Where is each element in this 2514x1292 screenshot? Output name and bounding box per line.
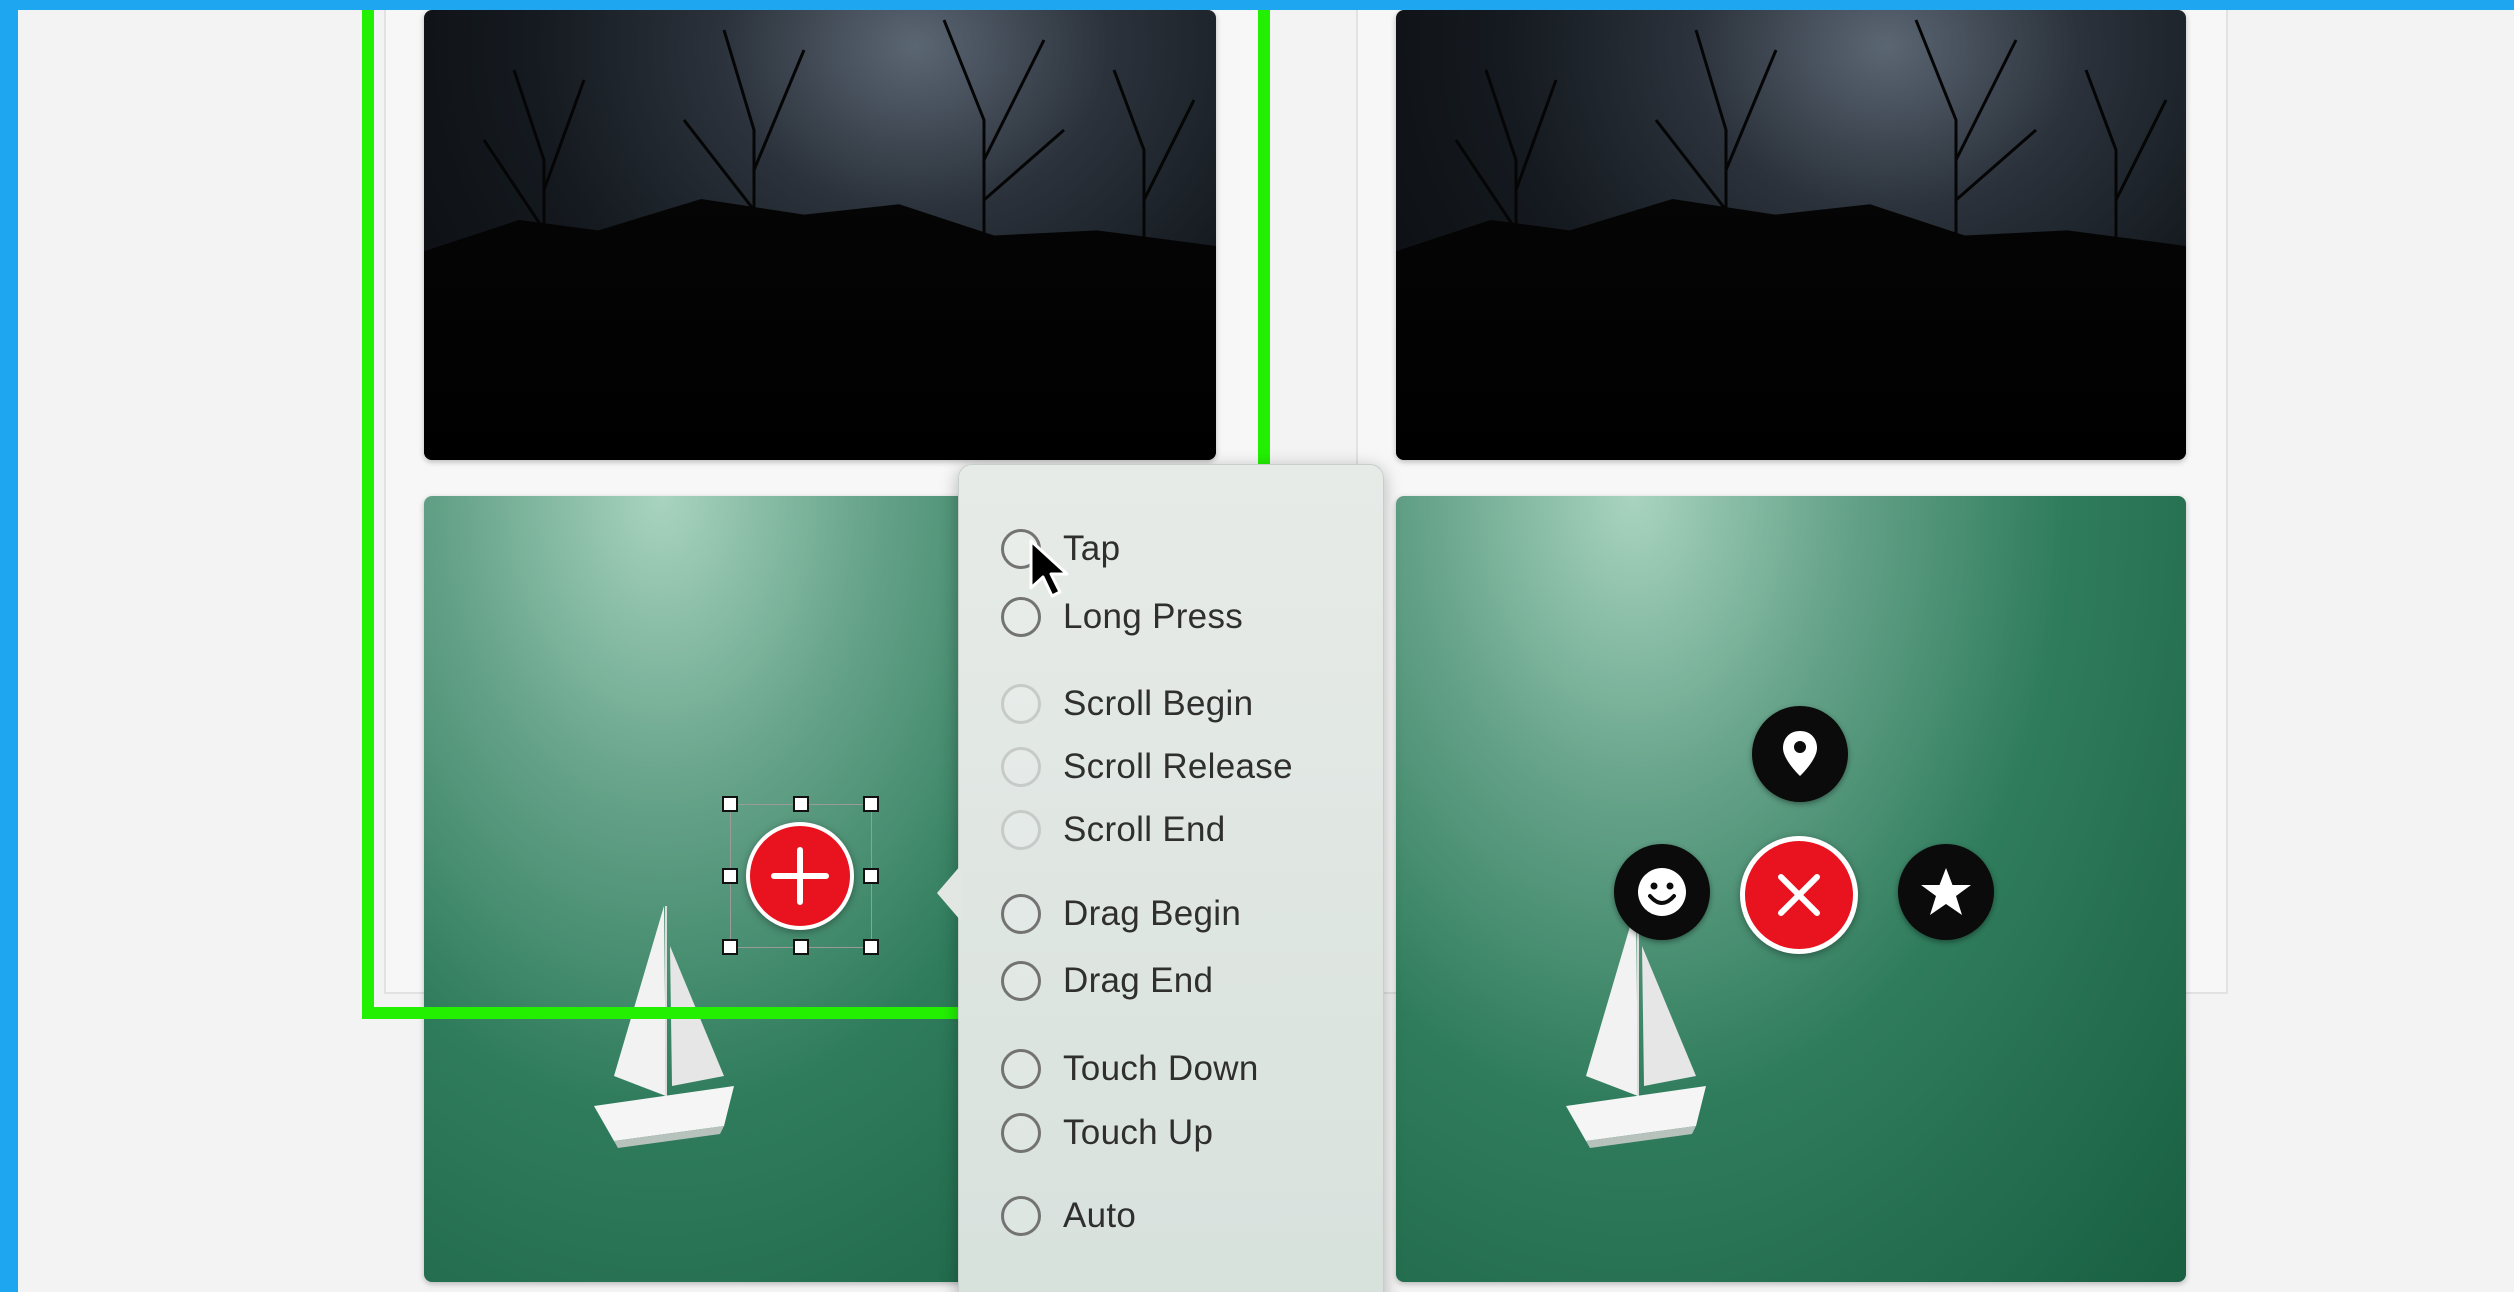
option-label: Touch Up [1063, 1113, 1214, 1152]
trigger-option-drag-begin[interactable]: Drag Begin [1001, 888, 1241, 940]
resize-handle[interactable] [793, 796, 809, 812]
option-label: Drag End [1063, 961, 1214, 1000]
option-label: Auto [1063, 1196, 1137, 1235]
resize-handle[interactable] [722, 868, 738, 884]
add-button[interactable] [746, 822, 854, 930]
radio-button [1001, 747, 1041, 787]
trigger-option-auto[interactable]: Auto [1001, 1190, 1136, 1242]
option-label: Touch Down [1063, 1049, 1259, 1088]
radio-button [1001, 684, 1041, 724]
radio-button[interactable] [1001, 1196, 1041, 1236]
resize-handle[interactable] [863, 939, 879, 955]
smiley-button[interactable] [1614, 844, 1710, 940]
resize-handle[interactable] [863, 868, 879, 884]
sailboat [1566, 906, 1706, 1148]
radio-button[interactable] [1001, 597, 1041, 637]
night-forest-photo[interactable] [1396, 10, 2186, 460]
resize-handle[interactable] [722, 939, 738, 955]
design-canvas[interactable]: Tap Long Press Scroll Begin Scroll Relea… [18, 10, 2514, 1292]
radio-button[interactable] [1001, 1113, 1041, 1153]
star-button[interactable] [1898, 844, 1994, 940]
popover-arrow [937, 865, 961, 921]
mouse-cursor-icon [1029, 539, 1069, 598]
plus-icon [771, 847, 829, 905]
trigger-popover: Tap Long Press Scroll Begin Scroll Relea… [937, 464, 1384, 1292]
option-label: Long Press [1063, 597, 1244, 636]
resize-handle[interactable] [793, 939, 809, 955]
radio-button[interactable] [1001, 961, 1041, 1001]
radio-button[interactable] [1001, 1049, 1041, 1089]
close-icon [1778, 874, 1820, 916]
option-label: Scroll Release [1063, 747, 1293, 786]
star-icon [1921, 868, 1971, 915]
trigger-option-drag-end[interactable]: Drag End [1001, 955, 1213, 1007]
radio-button[interactable] [1001, 894, 1041, 934]
option-label: Scroll Begin [1063, 684, 1254, 723]
trigger-option-scroll-begin: Scroll Begin [1001, 678, 1253, 730]
trigger-option-scroll-release: Scroll Release [1001, 741, 1293, 793]
radio-button [1001, 810, 1041, 850]
close-button[interactable] [1740, 836, 1858, 954]
option-label: Drag Begin [1063, 894, 1242, 933]
trigger-option-scroll-end: Scroll End [1001, 804, 1226, 856]
resize-handle[interactable] [722, 796, 738, 812]
option-label: Scroll End [1063, 810, 1226, 849]
resize-handle[interactable] [863, 796, 879, 812]
trigger-option-touch-down[interactable]: Touch Down [1001, 1043, 1259, 1095]
smiley-icon [1638, 868, 1686, 916]
location-pin-icon [1783, 731, 1817, 776]
location-button[interactable] [1752, 706, 1848, 802]
trigger-option-touch-up[interactable]: Touch Up [1001, 1107, 1213, 1159]
